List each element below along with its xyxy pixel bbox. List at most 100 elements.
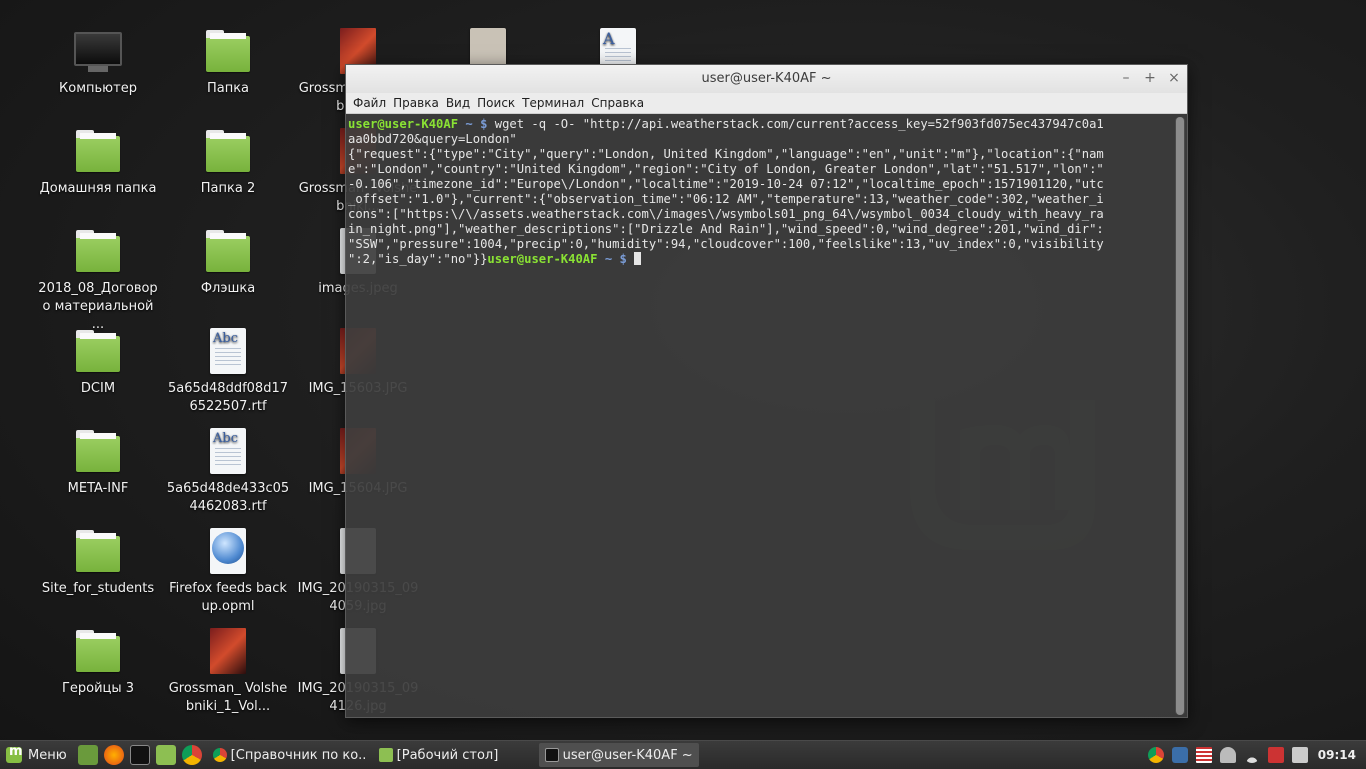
book-cover-icon <box>204 628 252 676</box>
output-line: {"request":{"type":"City","query":"Londo… <box>348 147 1104 161</box>
command-text: wget -q -O- "http://api.weatherstack.com… <box>494 117 1104 131</box>
menu-help[interactable]: Справка <box>590 93 650 113</box>
output-line-end: ":2,"is_day":"no"}} <box>348 252 488 266</box>
menu-view[interactable]: Вид <box>445 93 476 113</box>
folder-icon <box>204 128 252 176</box>
output-line: "SSW","pressure":1004,"precip":0,"humidi… <box>348 237 1104 251</box>
desktop-icon-computer[interactable]: Компьютер <box>32 28 164 98</box>
start-menu-label: Меню <box>28 747 67 763</box>
system-tray: 09:14 <box>1147 741 1356 769</box>
desktop-icon-meta-inf[interactable]: META-INF <box>32 428 164 498</box>
desktop-icon-site-for-students[interactable]: Site_for_students <box>32 528 164 598</box>
menu-search[interactable]: Поиск <box>476 93 521 113</box>
show-desktop-icon[interactable] <box>77 745 98 765</box>
output-line: _offset":"1.0"},"current":{"observation_… <box>348 192 1104 206</box>
start-menu-button[interactable]: Меню <box>0 741 75 769</box>
chrome-icon <box>212 748 227 762</box>
prompt-user: user@user-K40AF <box>348 117 459 131</box>
volume-icon[interactable] <box>1291 747 1308 763</box>
desktop-icon-label: 5a65d48de433c054462083.rtf <box>166 481 290 514</box>
folder-icon <box>74 528 122 576</box>
desktop-icon-contract-folder[interactable]: 2018_08_Договор о материальной ... <box>32 228 164 334</box>
text-cursor <box>634 252 642 265</box>
last-line: ":2,"is_day":"no"}}user@user-K40AF ~ $ <box>348 252 1171 267</box>
command-line: user@user-K40AF ~ $ wget -q -O- "http://… <box>348 117 1171 132</box>
output-line: -0.106","timezone_id":"Europe\/London","… <box>348 177 1104 191</box>
keyboard-layout-flag-icon[interactable] <box>1195 747 1212 763</box>
rtf-document-icon: Abc <box>204 428 252 476</box>
folder-icon <box>378 748 393 762</box>
terminal-icon <box>544 748 559 762</box>
desktop-icon-grossman[interactable]: Grossman_ Volshebniki_1_Vol... <box>162 628 294 716</box>
desktop-icon-label: Геройцы 3 <box>61 681 135 696</box>
chrome-launcher-icon[interactable] <box>181 745 202 765</box>
output-line: cons":["https:\/\/assets.weatherstack.co… <box>348 207 1104 221</box>
folder-icon <box>204 28 252 76</box>
desktop-icon-label: Папка <box>206 81 250 96</box>
rtf-document-icon: Abc <box>204 328 252 376</box>
desktop-icon-flash[interactable]: Флэшка <box>162 228 294 298</box>
menu-bar: Файл Правка Вид Поиск Терминал Справка <box>346 93 1187 114</box>
wifi-icon[interactable] <box>1243 747 1260 763</box>
window-title: user@user-K40AF ~ <box>701 71 832 86</box>
desktop-icon-folder[interactable]: Папка <box>162 28 294 98</box>
prompt-path: ~ $ <box>458 117 495 131</box>
desktop-icon-label: META-INF <box>67 481 129 496</box>
desktop-icon-rtf-2[interactable]: Abc 5a65d48de433c054462083.rtf <box>162 428 294 516</box>
task-label: [Рабочий стол] <box>396 747 499 763</box>
desktop-icon-label: Firefox feeds backup.opml <box>169 581 287 614</box>
desktop-icon-label: Компьютер <box>59 81 137 96</box>
user-icon[interactable] <box>1219 747 1236 763</box>
prompt-path: ~ $ <box>597 252 635 266</box>
computer-icon <box>74 28 122 76</box>
folder-icon <box>74 628 122 676</box>
battery-icon[interactable] <box>1267 747 1284 763</box>
task-chrome-reference[interactable]: [Справочник по ко... <box>207 743 367 767</box>
desktop-icon-label: 5a65d48ddf08d176522507.rtf <box>168 381 288 414</box>
menu-terminal[interactable]: Терминал <box>521 93 590 113</box>
desktop-icon-dcim[interactable]: DCIM <box>32 328 164 398</box>
task-desktop-folder[interactable]: [Рабочий стол] <box>373 743 533 767</box>
desktop-icon-label: DCIM <box>80 381 116 396</box>
folder-icon <box>74 328 122 376</box>
shield-icon[interactable] <box>1171 747 1188 763</box>
desktop-icon-label: Домашняя папка <box>39 181 157 196</box>
command-continuation: aa0bbd720&query=London" <box>348 132 517 146</box>
desktop-icon-folder-2[interactable]: Папка 2 <box>162 128 294 198</box>
desktop-icon-rtf-1[interactable]: Abc 5a65d48ddf08d176522507.rtf <box>162 328 294 416</box>
desktop-icon-label: Папка 2 <box>200 181 256 196</box>
task-terminal[interactable]: user@user-K40AF ~ <box>538 743 699 767</box>
maximize-button[interactable]: + <box>1143 69 1157 87</box>
taskbar: Меню [Справочник по ко... [Рабочий стол]… <box>0 740 1366 769</box>
folder-icon <box>74 428 122 476</box>
files-launcher-icon[interactable] <box>155 745 176 765</box>
folder-icon <box>74 228 122 276</box>
clock[interactable]: 09:14 <box>1318 748 1356 762</box>
prompt-user: user@user-K40AF <box>487 252 598 266</box>
desktop-icon-label: Grossman_ Volshebniki_1_Vol... <box>168 681 288 714</box>
output-line: in_night.png"],"weather_descriptions":["… <box>348 222 1104 236</box>
task-label: user@user-K40AF ~ <box>562 747 693 763</box>
firefox-icon[interactable] <box>103 745 124 765</box>
globe-document-icon <box>204 528 252 576</box>
menu-edit[interactable]: Правка <box>392 93 445 113</box>
terminal-output[interactable]: user@user-K40AF ~ $ wget -q -O- "http://… <box>346 115 1173 717</box>
terminal-window[interactable]: user@user-K40AF ~ – + × Файл Правка Вид … <box>345 64 1188 718</box>
minimize-button[interactable]: – <box>1119 69 1133 87</box>
home-folder-icon <box>74 128 122 176</box>
desktop-icon-label: Site_for_students <box>41 581 155 596</box>
output-line: e":"London","country":"United Kingdom","… <box>348 162 1104 176</box>
menu-file[interactable]: Файл <box>352 93 392 113</box>
desktop-icon-heroes-3[interactable]: Геройцы 3 <box>32 628 164 698</box>
desktop-icon-label: 2018_08_Договор о материальной ... <box>38 281 158 332</box>
desktop-icon-opml[interactable]: Firefox feeds backup.opml <box>162 528 294 616</box>
window-titlebar[interactable]: user@user-K40AF ~ – + × <box>346 65 1187 93</box>
terminal-launcher-icon[interactable] <box>129 745 150 765</box>
terminal-scrollbar[interactable] <box>1175 117 1185 715</box>
scrollbar-thumb[interactable] <box>1176 117 1184 715</box>
task-label: [Справочник по ко... <box>230 747 367 763</box>
close-button[interactable]: × <box>1167 69 1181 87</box>
folder-icon <box>204 228 252 276</box>
desktop-icon-home-folder[interactable]: Домашняя папка <box>32 128 164 198</box>
chrome-tray-icon[interactable] <box>1147 747 1164 763</box>
